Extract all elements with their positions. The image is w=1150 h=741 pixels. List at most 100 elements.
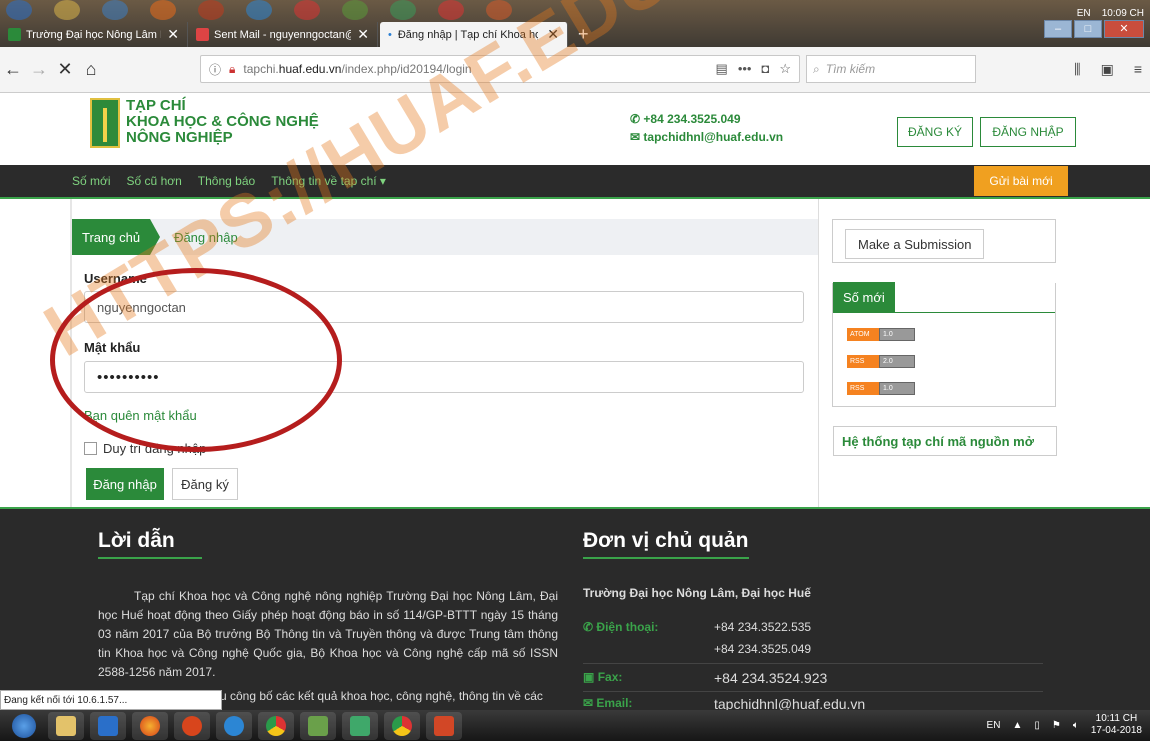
menu-item-about[interactable]: Thông tin về tạp chí ▾ (271, 174, 386, 188)
forward-icon[interactable]: → (26, 59, 52, 80)
tray-device-icon[interactable]: ▯ (1034, 720, 1040, 731)
footer-intro-text-2: u công bố các kết quả khoa học, công ngh… (220, 689, 543, 703)
atom-feed-link[interactable]: ATOM 1.0 (847, 328, 915, 341)
site-logo[interactable]: TẠP CHÍ KHOA HỌC & CÔNG NGHỆ NÔNG NGHIỆP (90, 98, 319, 148)
search-icon: ⌕ (813, 61, 820, 76)
close-window-icon[interactable]: ✕ (1104, 20, 1144, 38)
menu-item-announcements[interactable]: Thông báo (198, 174, 255, 188)
system-tray: EN ▲ ▯ ⚑ 🔈︎ 10:11 CH 17-04-2018 (987, 713, 1142, 737)
logo-emblem-icon (90, 98, 120, 148)
breadcrumb: Trang chủ Đăng nhập (72, 219, 818, 255)
stop-icon[interactable]: ✕ (52, 59, 78, 80)
feed-version: 1.0 (879, 382, 915, 395)
tray-clock[interactable]: 10:11 CH 17-04-2018 (1091, 713, 1142, 737)
tab-close-icon[interactable]: ✕ (541, 26, 559, 43)
firefox-ghost-icon (150, 0, 176, 20)
bookmark-star-icon[interactable]: ☆ (779, 61, 791, 77)
menu-item-archive[interactable]: Số cũ hơn (127, 174, 182, 188)
info-icon[interactable]: ⓘ (209, 61, 221, 78)
app2-ghost-icon (198, 0, 224, 20)
home-icon[interactable]: ⌂ (78, 59, 104, 80)
password-label: Mật khẩu (84, 340, 141, 355)
insecure-lock-icon[interactable]: 🔒︎ (229, 62, 235, 77)
minimize-icon[interactable]: – (1044, 20, 1072, 38)
fax-label-text: Fax: (597, 670, 623, 684)
outlook-icon[interactable] (90, 711, 126, 740)
powerpoint-icon[interactable] (426, 711, 462, 740)
header-email[interactable]: tapchidhnl@huaf.edu.vn (643, 130, 783, 144)
search-placeholder: Tìm kiếm (825, 62, 876, 76)
firefox-icon[interactable] (132, 711, 168, 740)
chrome2-icon[interactable] (384, 711, 420, 740)
forgot-password-link[interactable]: Bạn quên mật khẩu (84, 408, 197, 423)
tray-flag-icon[interactable]: ⚑ (1052, 720, 1061, 731)
back-icon[interactable]: ← (0, 59, 26, 80)
start-ghost-icon (6, 0, 32, 20)
desktop-ghost-icons (0, 0, 620, 22)
new-tab-icon[interactable]: + (570, 22, 597, 47)
username-input[interactable]: nguyenngoctan (84, 291, 804, 323)
explorer-icon[interactable] (48, 711, 84, 740)
logo-line3: NÔNG NGHIỆP (126, 129, 233, 146)
chrome-ghost-icon (294, 0, 320, 20)
library-icon[interactable]: ⫼ (1074, 61, 1080, 78)
start-button[interactable] (6, 712, 42, 740)
tray-up-icon[interactable]: ▲ (1012, 720, 1022, 731)
remember-me[interactable]: Duy trì đăng nhập (84, 441, 206, 456)
toolbar-right: ⫼ ▣ ≡ (1074, 61, 1142, 78)
tab-gmail[interactable]: Sent Mail - nguyenngoctan@h ✕ (188, 22, 378, 47)
search-input[interactable]: ⌕ Tìm kiếm (806, 55, 976, 83)
sidebar-icon[interactable]: ▣ (1101, 61, 1114, 78)
tab-huaf[interactable]: Trường Đại học Nông Lâm Huế ✕ (0, 22, 188, 47)
maximize-icon[interactable]: □ (1074, 20, 1102, 38)
register-form-button[interactable]: Đăng ký (172, 468, 238, 500)
tab-close-icon[interactable]: ✕ (161, 26, 179, 43)
register-button[interactable]: ĐĂNG KÝ (897, 117, 973, 147)
tab-label: Sent Mail - nguyenngoctan@h (214, 28, 352, 41)
chrome-icon[interactable] (258, 711, 294, 740)
remember-checkbox[interactable] (84, 442, 97, 455)
pocket-icon[interactable]: ◘ (761, 61, 769, 77)
feed-type: RSS (847, 382, 879, 395)
phone-icon: ✆ (583, 620, 594, 634)
breadcrumb-home[interactable]: Trang chủ (72, 219, 161, 255)
url-bar[interactable]: ⓘ 🔒︎ tapchi. huaf.edu.vn/index.php/id2019… (200, 55, 800, 83)
gmail-favicon-icon (196, 28, 209, 41)
submit-new-button[interactable]: Gửi bài mới (974, 166, 1068, 196)
browser-nav-bar: ← → ✕ ⌂ ⓘ 🔒︎ tapchi. huaf.edu.vn/index.ph… (0, 47, 1150, 93)
url-domain: huaf.edu.vn (278, 62, 342, 76)
ie-icon[interactable] (216, 711, 252, 740)
tray-lang[interactable]: EN (987, 720, 1001, 731)
make-submission-button[interactable]: Make a Submission (845, 229, 985, 259)
oss-link[interactable]: Hệ thống tạp chí mã nguồn mở (833, 426, 1057, 456)
reader-view-icon[interactable]: ▤ (716, 61, 728, 77)
fax-icon: ▣ (583, 670, 595, 684)
login-header-button[interactable]: ĐĂNG NHẬP (980, 117, 1076, 147)
folder-icon[interactable] (300, 711, 336, 740)
tab-login[interactable]: • Đăng nhập | Tạp chí Khoa học ✕ (380, 22, 568, 47)
tray-time: 10:11 CH (1095, 713, 1138, 724)
menu-icon[interactable]: ≡ (1134, 61, 1142, 78)
site-header: TẠP CHÍ KHOA HỌC & CÔNG NGHỆ NÔNG NGHIỆP… (0, 93, 1150, 165)
rss2-feed-link[interactable]: RSS 2.0 (847, 355, 915, 368)
menu-item-current[interactable]: Số mới (72, 174, 111, 188)
folder-ghost-icon (54, 0, 80, 20)
password-input[interactable]: •••••••••• (84, 361, 804, 393)
footer-intro-title: Lời dẫn (98, 529, 175, 552)
app2-icon[interactable] (342, 711, 378, 740)
top-time: 10:09 CH (1101, 8, 1144, 19)
remember-label: Duy trì đăng nhập (103, 441, 207, 456)
current-issue-box: Số mới ATOM 1.0 RSS 2.0 RSS 1.0 (832, 282, 1056, 407)
app-icon[interactable] (174, 711, 210, 740)
tab-close-icon[interactable]: ✕ (351, 26, 369, 43)
header-phone: +84 234.3525.049 (643, 112, 741, 126)
page-actions-icon[interactable]: ••• (738, 61, 752, 77)
logo-line1: TẠP CHÍ (126, 97, 186, 114)
footer-phone-label: ✆ Điện thoại: (583, 620, 658, 634)
top-lang: EN (1076, 8, 1091, 19)
huaf-favicon-icon (8, 28, 21, 41)
current-issue-title: Số mới (833, 282, 895, 312)
tray-volume-icon[interactable]: 🔈︎ (1073, 720, 1079, 731)
login-button[interactable]: Đăng nhập (86, 468, 164, 500)
rss1-feed-link[interactable]: RSS 1.0 (847, 382, 915, 395)
